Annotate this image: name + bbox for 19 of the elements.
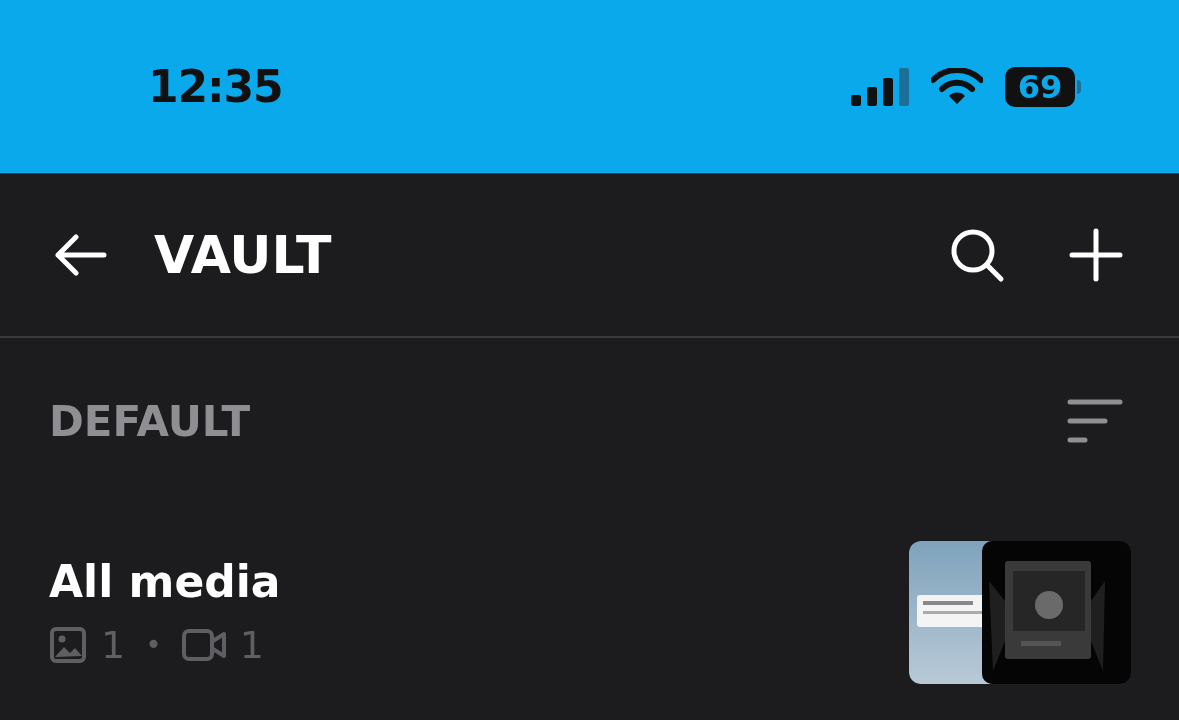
battery-level: 69: [1017, 66, 1063, 108]
image-icon: [49, 626, 87, 665]
sort-icon: [1067, 399, 1123, 444]
signal-icon: [851, 67, 909, 106]
add-button[interactable]: [1069, 227, 1123, 282]
photo-count: 1: [101, 626, 126, 665]
media-list-item[interactable]: All media 1 • 1: [0, 505, 1179, 720]
video-camera-icon: [181, 628, 226, 663]
back-arrow-icon: [54, 232, 108, 277]
wifi-icon: [931, 67, 983, 106]
section-title: DEFAULT: [49, 395, 251, 448]
page-title: VAULT: [154, 223, 333, 287]
back-button[interactable]: [54, 232, 108, 277]
video-count: 1: [239, 626, 264, 665]
separator: •: [145, 631, 162, 660]
plus-icon: [1069, 227, 1123, 282]
list-name: All media: [49, 560, 281, 605]
sort-button[interactable]: [1067, 399, 1123, 444]
status-time: 12:35: [148, 59, 283, 114]
